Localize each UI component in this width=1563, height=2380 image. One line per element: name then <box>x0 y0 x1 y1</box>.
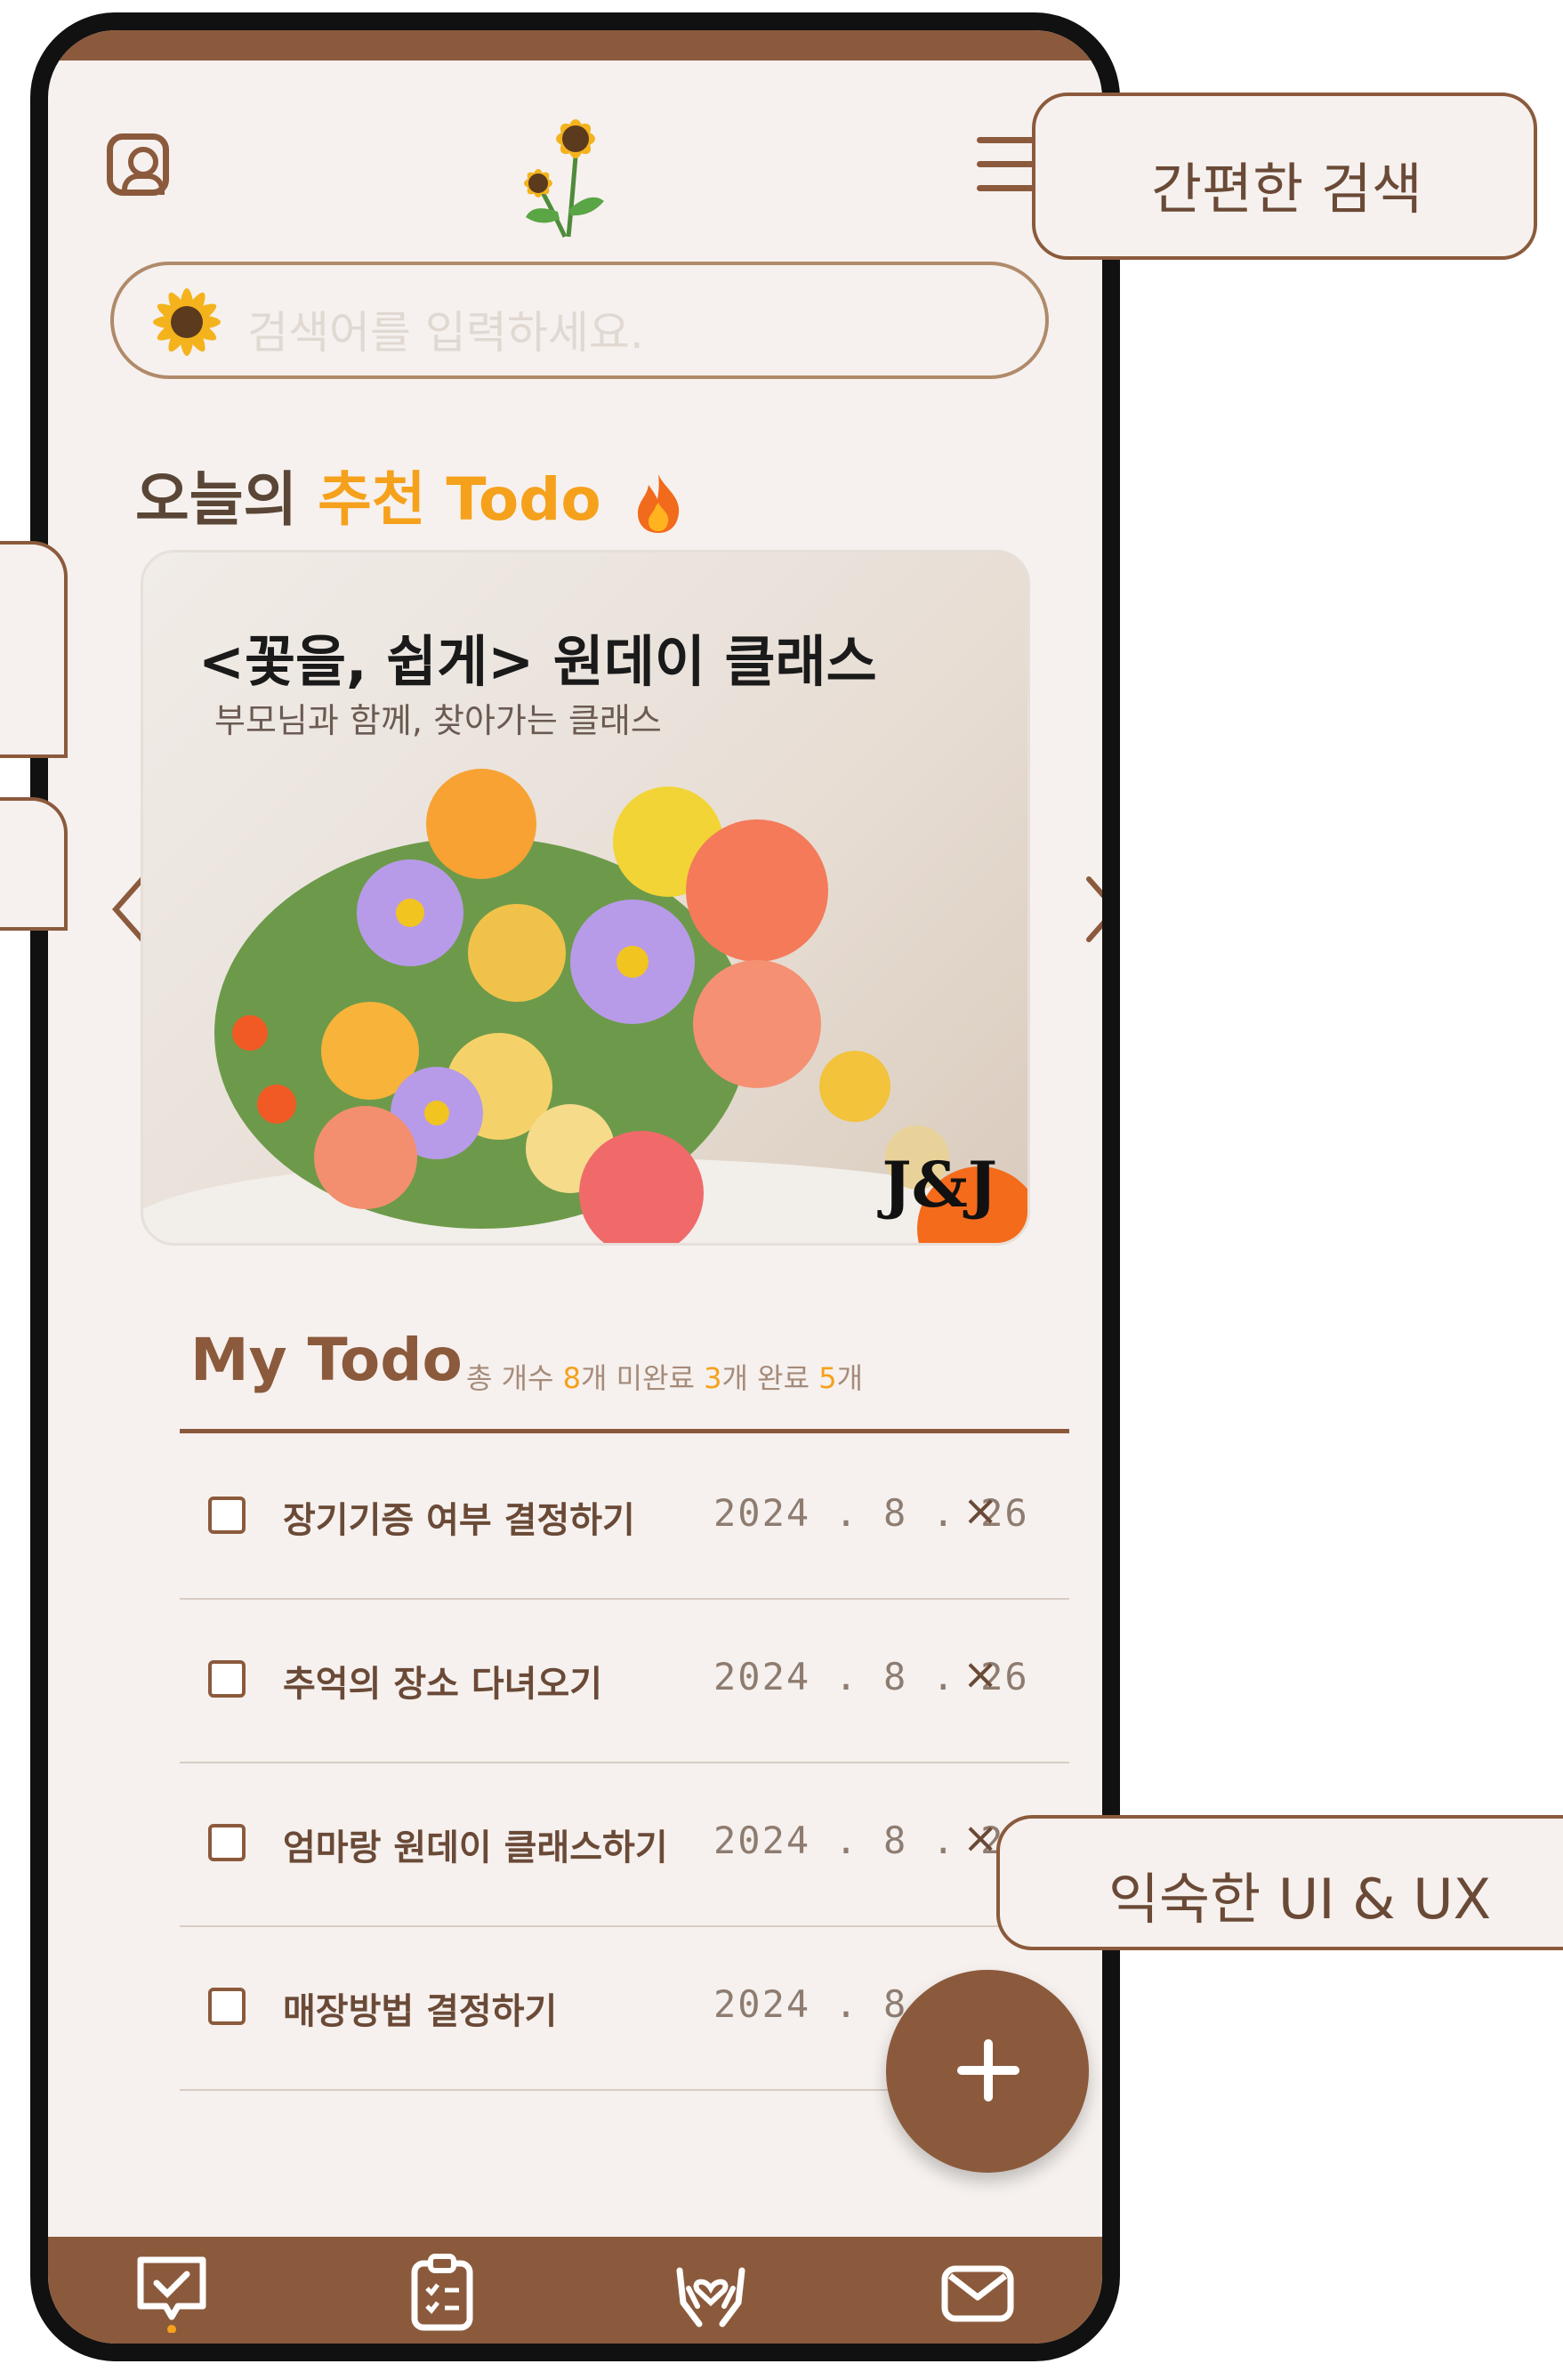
callout-easy-search: 간편한 검색 <box>1032 93 1537 260</box>
stats-total: 8 <box>562 1361 582 1395</box>
search-input[interactable]: 검색어를 입력하세요. <box>110 262 1049 379</box>
stats-incomplete: 3 <box>704 1361 722 1395</box>
todo-checkbox[interactable] <box>208 1497 246 1534</box>
brand-logo: J&J <box>882 1148 997 1222</box>
todo-checkbox[interactable] <box>208 1824 246 1861</box>
todo-item: 추억의 장소 다녀오기 2024 . 8 . 26 × <box>180 1600 1069 1763</box>
stats-unit-3: 개 <box>836 1361 864 1395</box>
my-todo-title: My Todo <box>190 1326 463 1394</box>
recommend-title-prefix: 오늘의 <box>135 465 318 534</box>
todo-divider <box>180 1429 1069 1433</box>
heart-hands-icon[interactable] <box>671 2253 751 2333</box>
carousel-next-button[interactable] <box>1082 874 1102 945</box>
todo-text: 엄마랑 원데이 클래스하기 <box>283 1827 668 1868</box>
delete-icon[interactable]: × <box>963 1813 998 1863</box>
sunflower-search-icon <box>153 288 221 356</box>
status-bar <box>48 30 1102 61</box>
chevron-right-icon <box>1086 876 1102 942</box>
stats-unit-2: 개 <box>721 1361 748 1395</box>
banner-title: <꽃을, 쉽게> 원데이 클래스 <box>198 629 877 694</box>
callout-easy-search-label: 간편한 검색 <box>1151 157 1422 222</box>
todo-item: 엄마랑 원데이 클래스하기 2024 . 8 . 26 × <box>180 1763 1069 1927</box>
recommend-banner[interactable]: <꽃을, 쉽게> 원데이 클래스 부모님과 함께, 찾아가는 클래스 J&J <box>141 550 1030 1246</box>
todo-checkbox[interactable] <box>208 1660 246 1698</box>
todo-stats: 총 개수 8개 미완료 3개 완료 5개 <box>466 1356 863 1397</box>
clipboard-list-icon[interactable] <box>402 2253 482 2333</box>
fire-icon <box>637 473 679 533</box>
stats-complete: 5 <box>818 1361 837 1395</box>
todo-text: 장기기증 여부 결정하기 <box>283 1500 635 1541</box>
stats-complete-label: 완료 <box>757 1361 810 1395</box>
sunflower-logo-icon[interactable] <box>506 103 640 246</box>
mail-icon[interactable] <box>938 2253 1018 2333</box>
search-placeholder: 검색어를 입력하세요. <box>247 307 644 359</box>
profile-icon[interactable] <box>107 133 169 196</box>
stats-total-label: 총 개수 <box>466 1361 554 1395</box>
delete-icon[interactable]: × <box>963 1650 998 1699</box>
hamburger-menu-icon[interactable] <box>977 137 1039 208</box>
phone-frame: 검색어를 입력하세요. 오늘의 추천 Todo <꽃을, 쉽게> 원데이 클래스… <box>30 12 1120 2361</box>
stats-unit-1: 개 <box>581 1361 608 1395</box>
bottom-nav <box>48 2237 1102 2344</box>
callout-left-bottom <box>0 797 68 931</box>
callout-left-top <box>0 541 68 758</box>
add-todo-button[interactable] <box>886 1970 1089 2173</box>
callout-familiar-ui: 익숙한 UI & UX <box>996 1815 1563 1950</box>
todo-item: 장기기증 여부 결정하기 2024 . 8 . 26 × <box>180 1436 1069 1600</box>
stats-incomplete-label: 미완료 <box>616 1361 695 1395</box>
callout-familiar-ui-label: 익숙한 UI & UX <box>1108 1867 1492 1932</box>
todo-checkbox[interactable] <box>208 1988 246 2025</box>
recommend-title: 오늘의 추천 Todo <box>135 452 684 537</box>
delete-icon[interactable]: × <box>963 1486 998 1536</box>
recommend-title-accent: 추천 Todo <box>318 465 601 534</box>
todo-text: 매장방법 결정하기 <box>283 1991 558 2032</box>
todo-text: 추억의 장소 다녀오기 <box>283 1664 603 1705</box>
todo-check-icon[interactable] <box>132 2253 212 2333</box>
